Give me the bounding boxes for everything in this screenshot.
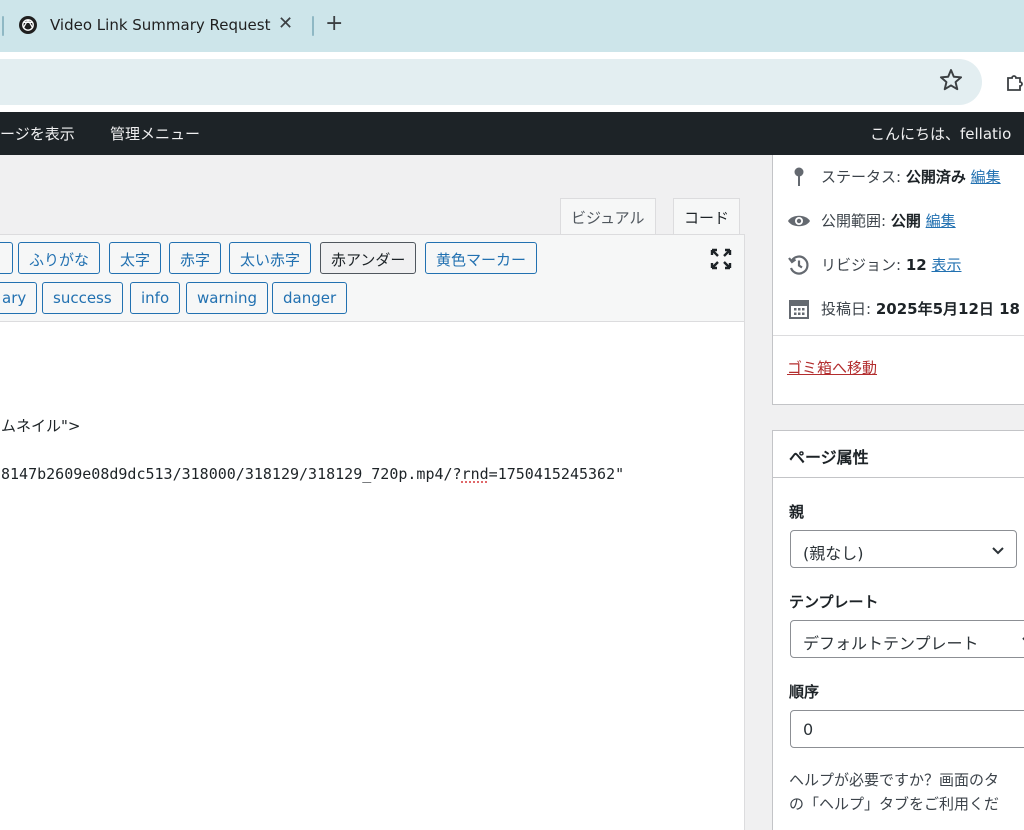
- admin-menu-link[interactable]: 管理メニュー: [110, 123, 200, 144]
- browser-tab[interactable]: Video Link Summary Request ✕: [8, 6, 308, 52]
- fullscreen-icon[interactable]: [709, 247, 733, 271]
- page-attributes-header: ページ属性: [773, 431, 1024, 478]
- quicktag-bold-red[interactable]: 太い赤字: [229, 242, 312, 274]
- extensions-icon[interactable]: [1004, 69, 1024, 93]
- show-revisions-link[interactable]: 表示: [931, 256, 961, 274]
- quicktag-button-cut[interactable]: [0, 242, 13, 274]
- revisions-value: 12: [905, 256, 927, 274]
- quicktag-red[interactable]: 赤字: [169, 242, 222, 274]
- editor-area: ビジュアル コード ふりがな 太字 赤字 太い赤字 赤アンダー 黄色マーカー a…: [0, 155, 745, 830]
- quicktag-red-underline[interactable]: 赤アンダー: [320, 242, 417, 274]
- visibility-value: 公開: [890, 212, 921, 230]
- code-text: 8147b2609e08d9dc513/318000/318129/318129…: [1, 465, 462, 483]
- quicktag-warning[interactable]: warning: [186, 282, 269, 314]
- help-text-line: の「ヘルプ」タブをご利用くだ: [789, 795, 1000, 813]
- browser-toolbar: [0, 52, 1024, 112]
- quicktag-yellow-marker[interactable]: 黄色マーカー: [425, 242, 538, 274]
- visibility-label: 公開範囲:: [821, 212, 891, 230]
- order-label: 順序: [789, 683, 820, 701]
- date-value: 2025年5月12日 18: [875, 300, 1020, 318]
- wp-admin-bar: ージを表示 管理メニュー こんにちは、fellatio: [0, 112, 1024, 155]
- history-icon: [788, 255, 809, 275]
- quicktag-info[interactable]: info: [130, 282, 181, 314]
- browser-tab-strip: Video Link Summary Request ✕ +: [0, 0, 1024, 52]
- status-value: 公開済み: [905, 168, 966, 186]
- edit-visibility-link[interactable]: 編集: [926, 212, 956, 230]
- tab-visual[interactable]: ビジュアル: [560, 198, 656, 234]
- template-label: テンプレート: [789, 593, 879, 611]
- quicktag-danger[interactable]: danger: [272, 282, 348, 314]
- chatgpt-logo-icon: [19, 16, 37, 34]
- help-text-line: ヘルプが必要ですか？画面のタ: [789, 771, 1000, 789]
- code-line: ムネイル">: [1, 417, 81, 435]
- template-select[interactable]: デフォルトテンプレート: [790, 620, 1024, 658]
- page-attributes-box: ページ属性 親 (親なし) テンプレート デフォルトテンプレート 順序 0 ヘル…: [772, 430, 1024, 830]
- publish-box: ステータス: 公開済み 編集 公開範囲: 公開 編集 リビジョン: 12 表示: [772, 155, 1024, 405]
- tab-code[interactable]: コード: [673, 198, 741, 235]
- parent-label: 親: [789, 503, 805, 521]
- tab-title: Video Link Summary Request: [50, 16, 271, 34]
- address-bar[interactable]: [0, 59, 982, 105]
- revisions-label: リビジョン:: [821, 256, 906, 274]
- pin-icon: [794, 167, 804, 186]
- tab-close-icon[interactable]: ✕: [278, 13, 293, 34]
- spellcheck-word: rnd: [461, 465, 489, 483]
- code-editor-textarea[interactable]: ムネイル"> 8147b2609e08d9dc513/318000/318129…: [0, 322, 745, 830]
- code-text: =1750415245362": [488, 465, 625, 483]
- code-line: 8147b2609e08d9dc513/318000/318129/318129…: [1, 465, 624, 483]
- new-tab-button[interactable]: +: [325, 12, 343, 36]
- bookmark-star-icon[interactable]: [938, 67, 964, 93]
- quicktag-bold[interactable]: 太字: [109, 242, 162, 274]
- user-greeting[interactable]: こんにちは、fellatio: [870, 123, 1011, 144]
- tab-separator: [312, 16, 314, 36]
- date-label: 投稿日:: [821, 300, 876, 318]
- parent-select[interactable]: (親なし): [790, 530, 1017, 568]
- view-page-link[interactable]: ージを表示: [0, 123, 75, 144]
- tab-separator: [2, 16, 4, 36]
- divider: [773, 335, 1024, 336]
- move-to-trash-link[interactable]: ゴミ箱へ移動: [787, 357, 877, 378]
- quicktag-furigana[interactable]: ふりがな: [18, 242, 101, 274]
- order-input-value: 0: [803, 720, 814, 739]
- edit-status-link[interactable]: 編集: [971, 168, 1001, 186]
- quicktag-success[interactable]: success: [42, 282, 123, 314]
- calendar-icon: [789, 300, 809, 319]
- eye-icon: [788, 215, 810, 227]
- page-attributes-title: ページ属性: [789, 448, 869, 467]
- chevron-down-icon: [992, 547, 1004, 555]
- editor-mode-tabs: ビジュアル コード: [0, 155, 745, 235]
- sidebar: ステータス: 公開済み 編集 公開範囲: 公開 編集 リビジョン: 12 表示: [772, 155, 1024, 830]
- template-select-value: デフォルトテンプレート: [803, 634, 979, 653]
- parent-select-value: (親なし): [803, 544, 864, 563]
- order-input[interactable]: 0: [790, 710, 1024, 748]
- quicktags-toolbar: ふりがな 太字 赤字 太い赤字 赤アンダー 黄色マーカー ary success…: [0, 234, 745, 322]
- quicktag-primary[interactable]: ary: [0, 282, 38, 314]
- status-label: ステータス:: [821, 168, 906, 186]
